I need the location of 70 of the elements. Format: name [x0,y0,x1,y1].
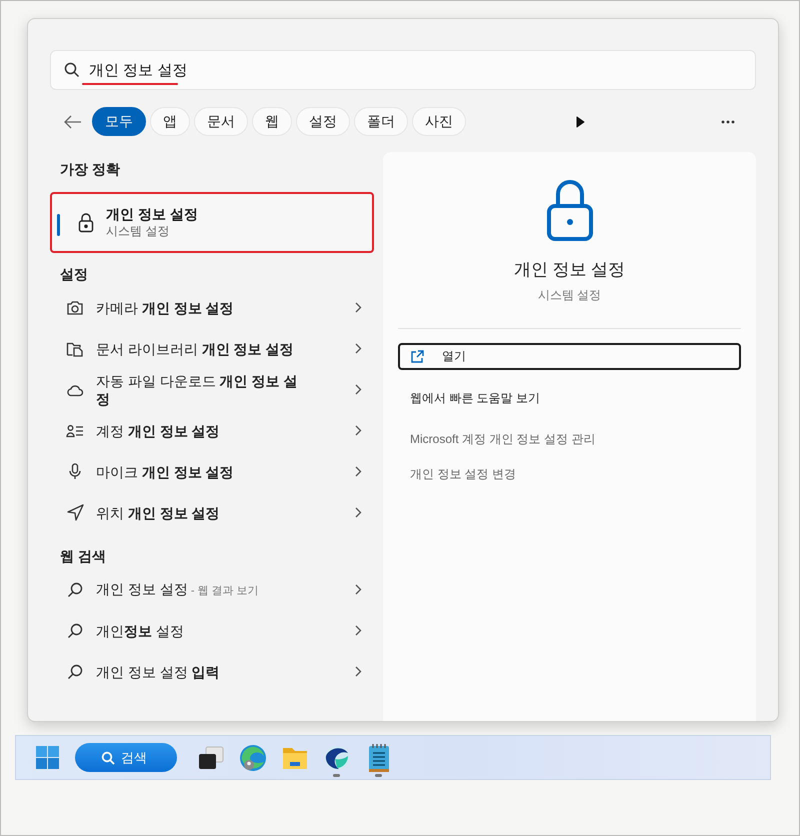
detail-title: 개인 정보 설정 [514,259,626,281]
folder-document-icon [66,340,84,356]
task-view-icon[interactable] [197,744,225,772]
result-item[interactable]: 개인 정보 설정 - 웹 결과 보기 [50,569,374,610]
section-heading: 가장 정확 [60,160,121,179]
section-heading: 웹 검색 [60,547,107,566]
navigation-arrow-icon [66,504,84,521]
notepad-icon[interactable] [367,742,391,772]
chevron-icon [355,625,362,636]
action-link[interactable]: 개인 정보 설정 변경 [398,458,741,491]
back-arrow-icon[interactable] [64,114,82,128]
external-link-icon [410,350,424,364]
result-item[interactable]: 위치 개인 정보 설정 [50,492,374,533]
whale-icon[interactable] [323,744,351,772]
search-icon [67,664,83,680]
search-field[interactable]: 개인 정보 설정 [50,50,756,90]
result-text: 문서 라이브러리 개인 정보 설정 [96,340,295,358]
search-icon [67,622,83,638]
more-icon[interactable] [721,120,735,124]
lock-icon [546,180,594,242]
result-text: 위치 개인 정보 설정 [96,504,221,522]
section-heading: 설정 [60,265,89,284]
result-text: 계정 개인 정보 설정 [96,422,221,440]
play-icon[interactable] [576,116,585,128]
result-text: 마이크 개인 정보 설정 [96,462,235,480]
cloud-icon [66,382,84,396]
filter-tab[interactable]: 웹 [252,107,292,136]
taskbar-search-button[interactable]: 검색 [75,743,177,772]
filter-tab[interactable]: 폴더 [354,107,408,136]
browser-icon[interactable] [238,742,268,772]
search-icon [101,750,115,764]
result-item[interactable]: 문서 라이브러리 개인 정보 설정 [50,328,374,369]
account-list-icon [66,424,84,438]
detail-subtitle: 시스템 설정 [538,287,602,304]
search-icon [64,62,80,78]
chevron-icon [355,584,362,595]
lock-icon [78,212,94,232]
result-title: 개인 정보 설정 [106,205,198,223]
chevron-icon [355,466,362,477]
filter-tab[interactable]: 문서 [194,107,248,136]
microphone-icon [68,463,82,480]
result-text: 개인정보 설정 [96,622,185,640]
result-text: 자동 파일 다운로드 개인 정보 설정 [96,372,298,408]
result-item[interactable]: 개인정보 설정 [50,610,374,651]
action-link[interactable]: Microsoft 계정 개인 정보 설정 관리 [398,423,741,456]
search-icon [67,582,83,598]
result-item[interactable]: 개인 정보 설정 입력 [50,651,374,692]
result-item[interactable]: 마이크 개인 정보 설정 [50,451,374,492]
result-text: 개인 정보 설정 - 웹 결과 보기 [96,580,260,598]
result-item[interactable]: 자동 파일 다운로드 개인 정보 설정 [50,369,374,410]
action-link[interactable]: 웹에서 빠른 도움말 보기 [398,382,741,415]
start-icon[interactable] [36,746,59,769]
chevron-icon [355,507,362,518]
open-button[interactable]: 열기 [398,343,741,370]
camera-icon [66,300,84,316]
result-text: 개인 정보 설정 입력 [96,662,221,680]
filter-tab[interactable]: 모두 [92,107,146,136]
chevron-icon [355,425,362,436]
result-text: 카메라 개인 정보 설정 [96,298,235,316]
filter-tab[interactable]: 앱 [150,107,190,136]
filter-tab[interactable]: 설정 [296,107,350,136]
result-item[interactable]: 카메라 개인 정보 설정 [50,287,374,328]
chevron-icon [355,343,362,354]
chevron-icon [355,302,362,313]
chevron-icon [355,666,362,677]
chevron-icon [355,384,362,395]
filter-tab[interactable]: 사진 [412,107,466,136]
result-item[interactable]: 계정 개인 정보 설정 [50,410,374,451]
best-match-item[interactable]: 개인 정보 설정 시스템 설정 [50,192,374,253]
result-subtitle: 시스템 설정 [106,223,170,240]
